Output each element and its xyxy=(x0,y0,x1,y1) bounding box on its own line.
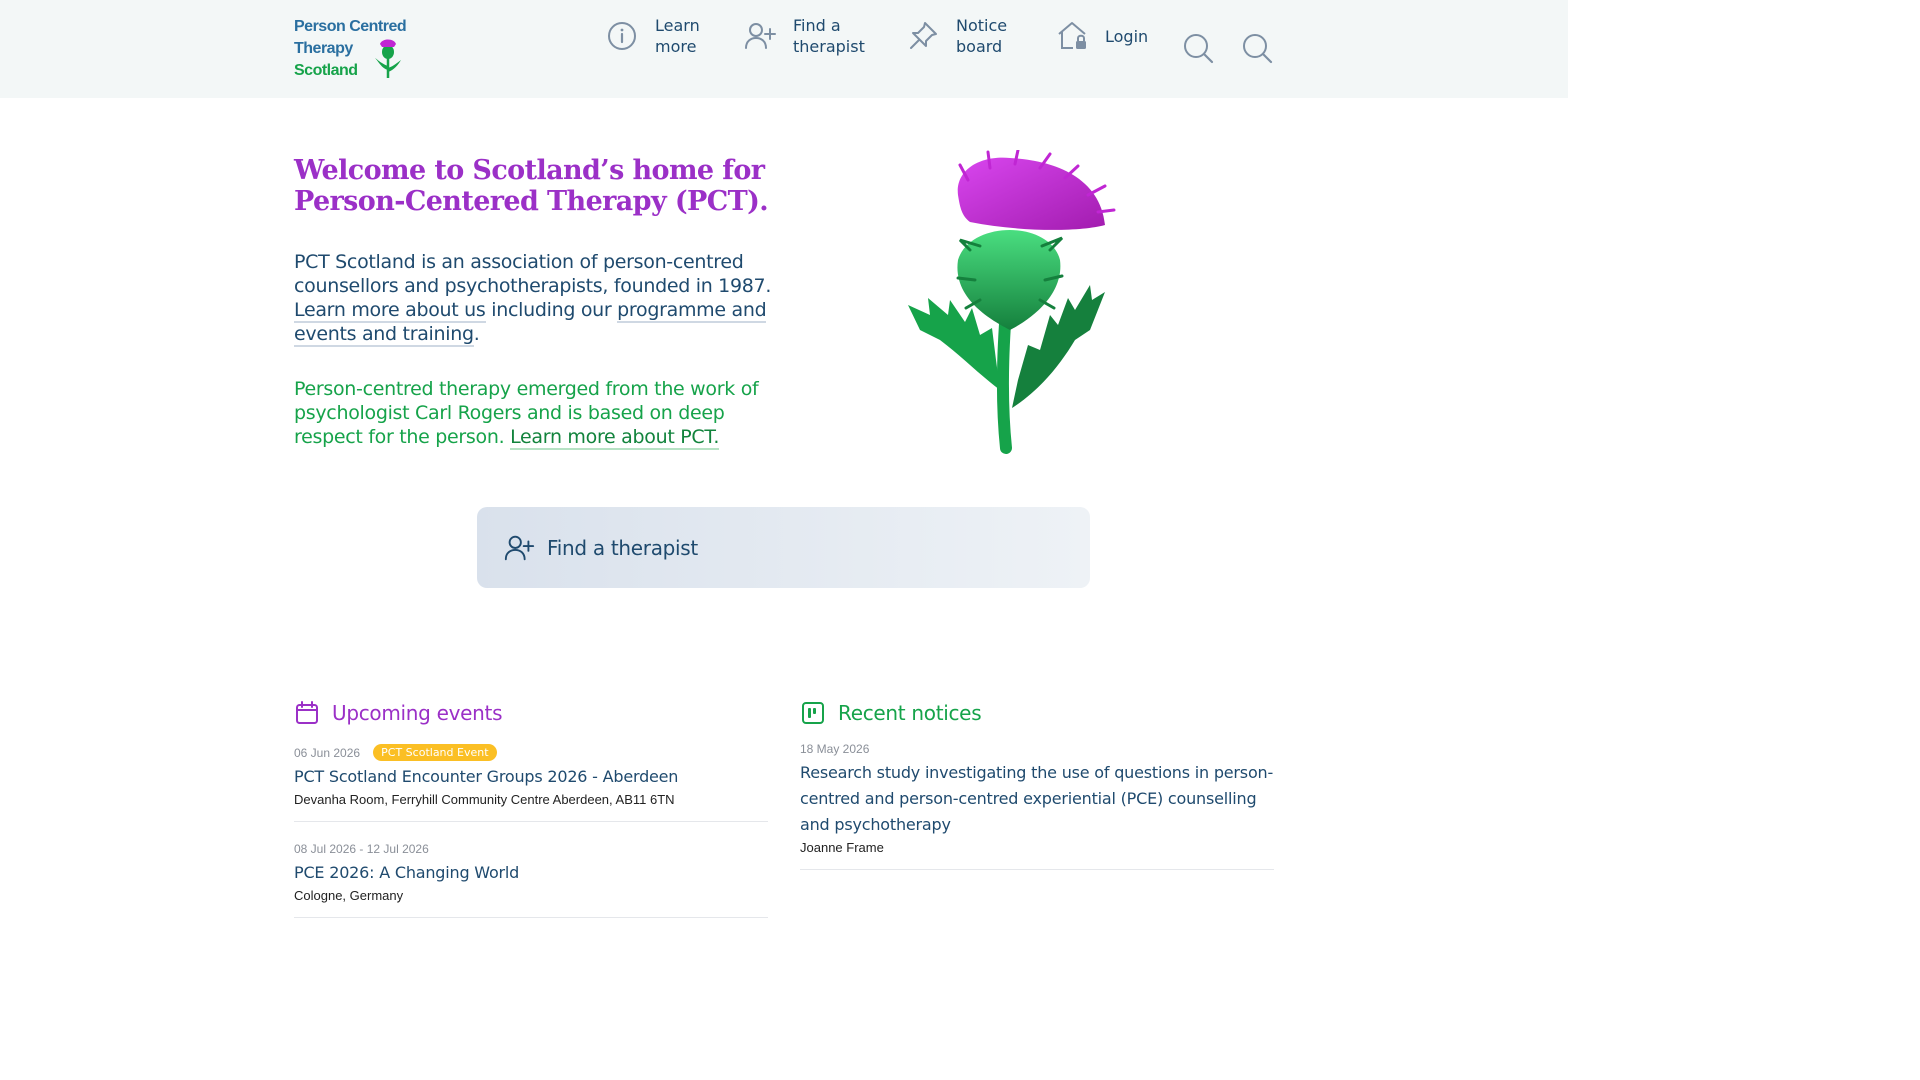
nav-learn-more[interactable]: Learn more xyxy=(605,14,735,58)
home-lock-icon xyxy=(1058,22,1086,49)
user-plus-icon xyxy=(504,535,535,560)
event-title-link[interactable]: PCT Scotland Encounter Groups 2026 - Abe… xyxy=(294,767,768,786)
thistle-logo-icon xyxy=(375,39,401,78)
events-section-title: Upcoming events xyxy=(332,701,503,725)
nav-notice-board[interactable]: Notice board xyxy=(906,14,1036,58)
nav-learn-more-label: Learn more xyxy=(655,16,700,56)
hero-intro-text: PCT Scotland is an association of person… xyxy=(294,251,772,297)
nav-login-label: Login xyxy=(1105,26,1149,46)
learn-more-about-pct-link[interactable]: Learn more about PCT. xyxy=(510,426,719,450)
events-list: 06 Jun 2026 PCT Scotland Event PCT Scotl… xyxy=(294,742,768,934)
nav-login[interactable]: Login xyxy=(1055,14,1148,58)
event-item: 06 Jun 2026 PCT Scotland Event PCT Scotl… xyxy=(294,742,768,822)
nav-notice-board-label: Notice board xyxy=(956,16,1008,56)
pin-icon xyxy=(910,22,937,49)
event-date: 08 Jul 2026 - 12 Jul 2026 xyxy=(294,841,429,856)
find-therapist-label: Find a therapist xyxy=(547,535,698,560)
learn-more-about-us-link[interactable]: Learn more about us xyxy=(294,299,486,323)
site-logo[interactable]: Person Centred Therapy Scotland xyxy=(294,16,424,82)
logo-line-1: Person Centred xyxy=(294,18,407,35)
notices-section-header: Recent notices xyxy=(800,700,982,726)
user-plus-icon xyxy=(745,23,776,49)
search-icon[interactable] xyxy=(1241,32,1273,64)
notices-list: 18 May 2026 Research study investigating… xyxy=(800,742,1274,870)
search-icon[interactable] xyxy=(1182,32,1214,64)
hero-title: Welcome to Scotland’s home for Person-Ce… xyxy=(294,155,769,217)
hero-intro-mid: including our xyxy=(491,299,612,321)
info-icon xyxy=(608,22,636,50)
hero-intro-end: . xyxy=(473,323,480,345)
find-therapist-bar[interactable]: Find a therapist xyxy=(477,507,1090,588)
events-section-header: Upcoming events xyxy=(294,700,503,726)
notice-author: Joanne Frame xyxy=(800,840,884,855)
nav-find-therapist-label: Find a therapist xyxy=(793,16,865,56)
calendar-icon xyxy=(296,701,318,724)
notice-date: 18 May 2026 xyxy=(800,742,870,756)
hero-intro: PCT Scotland is an association of person… xyxy=(294,250,774,347)
thistle-illustration xyxy=(908,150,1116,454)
event-location: Cologne, Germany xyxy=(294,888,404,903)
notice-item: 18 May 2026 Research study investigating… xyxy=(800,742,1274,870)
nav-find-therapist[interactable]: Find a therapist xyxy=(743,14,873,58)
board-icon xyxy=(802,702,824,724)
event-item: 08 Jul 2026 - 12 Jul 2026 PCE 2026: A Ch… xyxy=(294,838,768,918)
event-date: 06 Jun 2026 xyxy=(294,745,361,760)
event-title-link[interactable]: PCE 2026: A Changing World xyxy=(294,863,768,882)
notice-title-link[interactable]: Research study investigating the use of … xyxy=(800,760,1274,838)
event-location: Devanha Room, Ferryhill Community Centre… xyxy=(294,792,675,807)
event-badge: PCT Scotland Event xyxy=(373,744,497,761)
site-header: Person Centred Therapy Scotland Learn mo… xyxy=(0,0,1568,98)
hero-pct-description: Person-centred therapy emerged from the … xyxy=(294,377,774,450)
notices-section-title: Recent notices xyxy=(838,701,982,725)
